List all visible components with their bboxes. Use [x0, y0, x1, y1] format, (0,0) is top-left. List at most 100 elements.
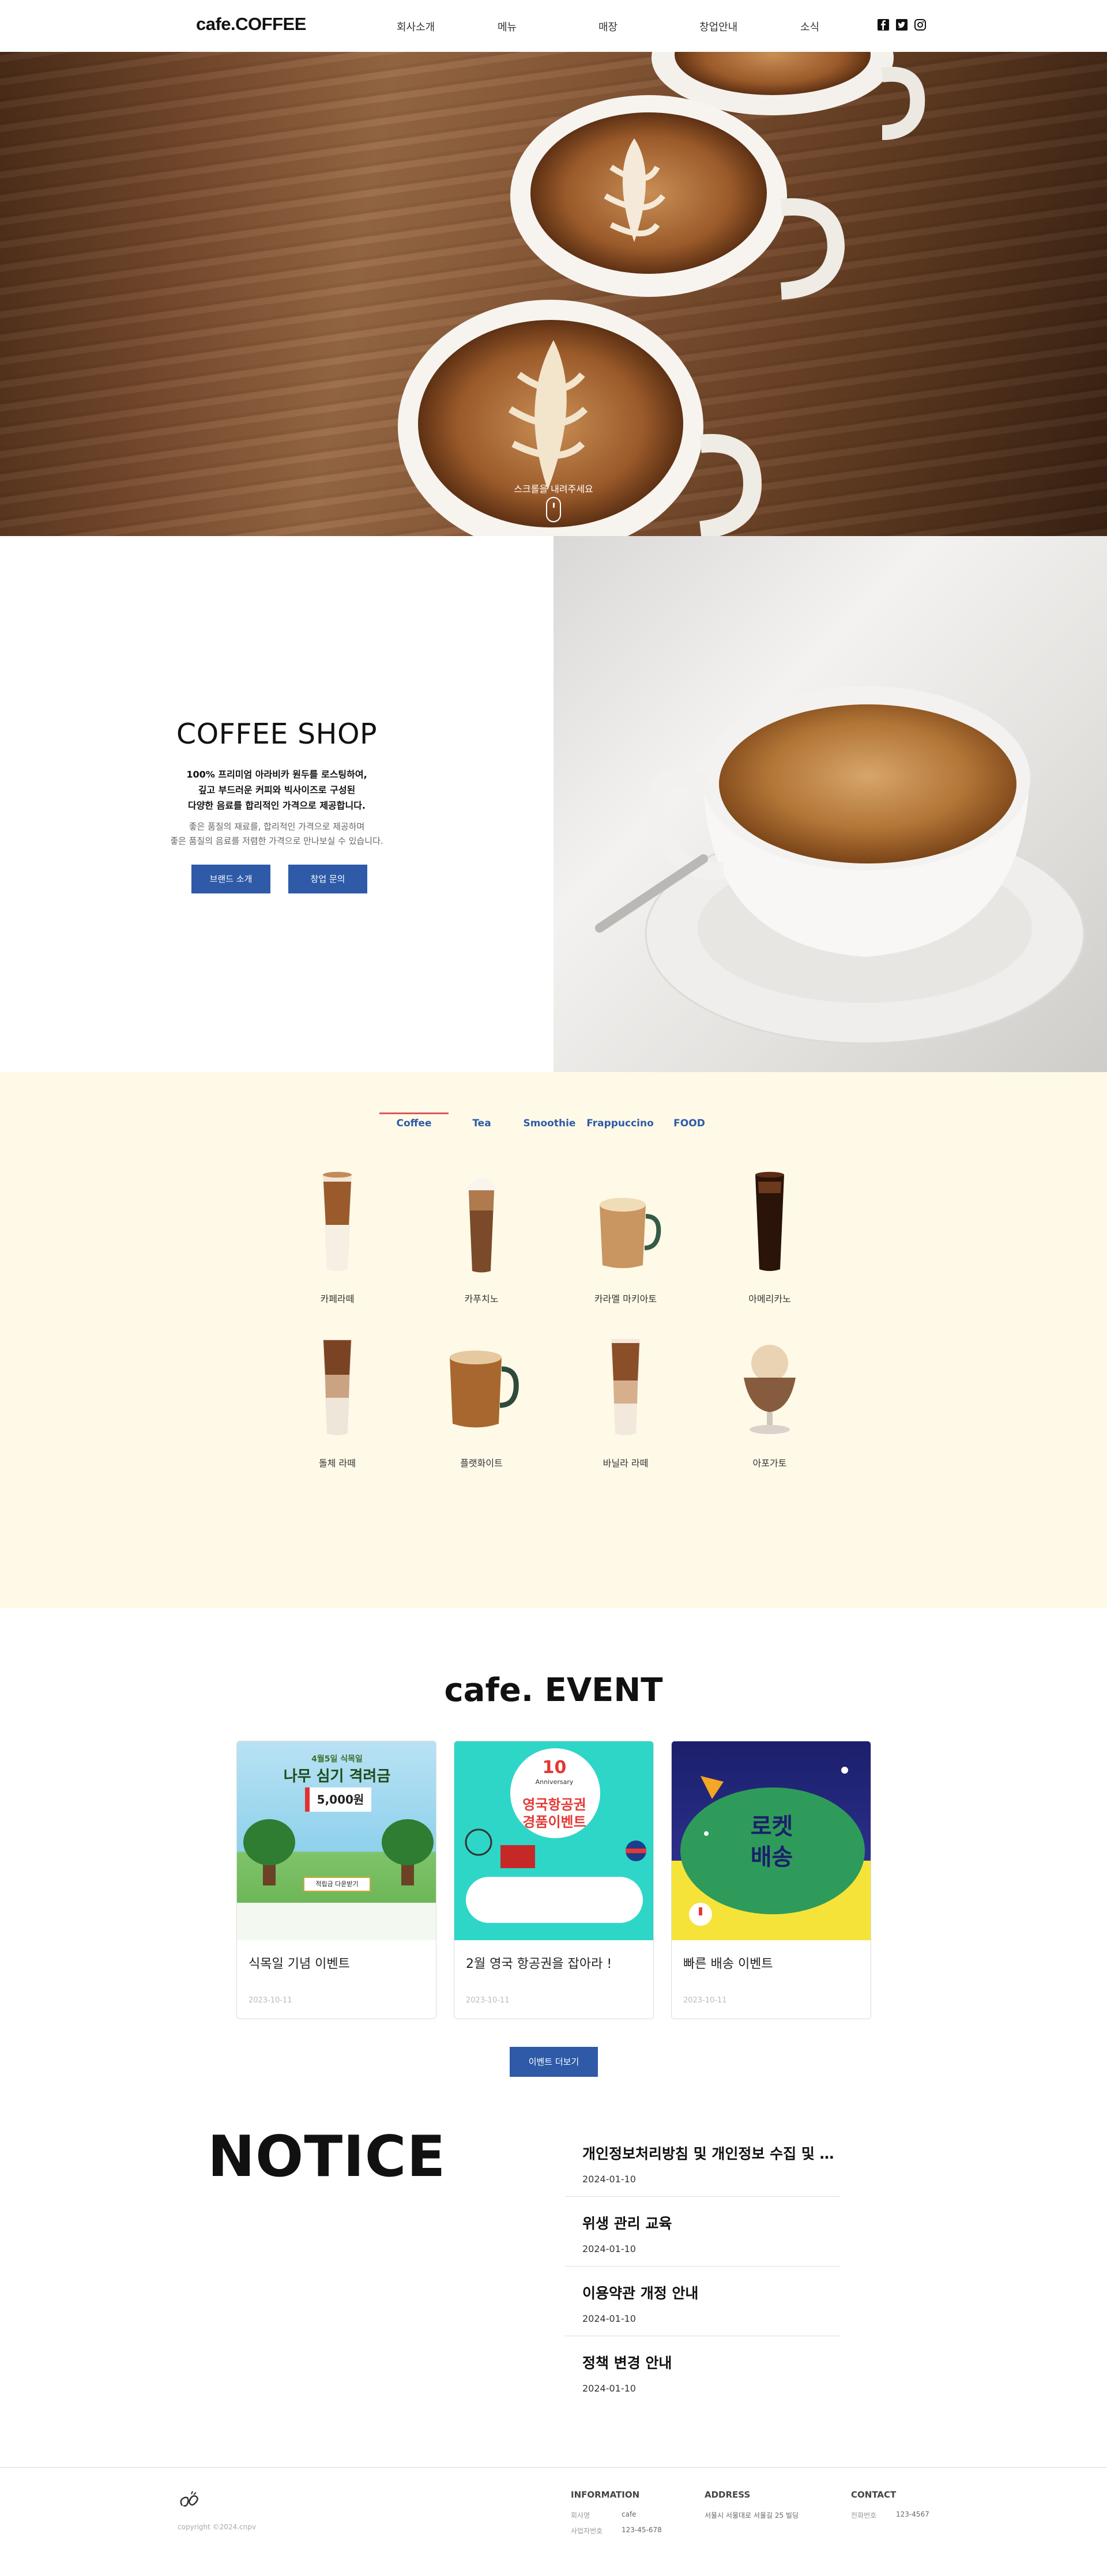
product-name: 플랫화이트 — [460, 1458, 503, 1469]
tab-smoothie[interactable]: Smoothie — [515, 1112, 584, 1129]
intro-bold-line: 다양한 음료를 합리적인 가격으로 제공합니다. — [187, 800, 366, 811]
intro-section: COFFEE SHOP 100% 프리미엄 아라비카 원두를 로스팅하여, 깊고… — [0, 536, 1107, 1072]
intro-buttons: 브랜드 소개 창업 문의 — [191, 865, 367, 893]
franchise-inquiry-button[interactable]: 창업 문의 — [288, 865, 367, 893]
poster-badge-number: 10 — [542, 1757, 567, 1778]
product-card[interactable]: 아메리카노 — [698, 1170, 842, 1305]
tab-frappuccino[interactable]: Frappuccino — [584, 1112, 656, 1129]
footer-heading: ADDRESS — [705, 2490, 751, 2500]
brand-intro-button[interactable]: 브랜드 소개 — [191, 865, 270, 893]
americano-image — [755, 1172, 784, 1271]
trees-illustration — [237, 1819, 436, 1940]
product-card[interactable]: 아포가토 — [698, 1334, 842, 1469]
product-name: 아포가토 — [752, 1458, 787, 1469]
notice-item[interactable]: 개인정보처리방침 및 개인정보 수집 및 이용 안내 2024-01-10 — [565, 2127, 841, 2197]
footer-key: 전화번호 — [851, 2511, 877, 2520]
poster-headline: 배송 — [750, 1844, 793, 1870]
site-footer: copyright ©2024.cnpv INFORMATION 회사명 caf… — [0, 2467, 1107, 2576]
notice-item-title: 정책 변경 안내 — [582, 2355, 672, 2371]
event-card[interactable]: 4월5일 식목일 나무 심기 격려금 5,000원 적립금 다운받기 식목일 기… — [236, 1741, 436, 2019]
intro-subtext: 좋은 품질의 재료를, 합리적인 가격으로 제공하며 좋은 품질의 음료를 저렴… — [0, 820, 554, 848]
tab-tea[interactable]: Tea — [449, 1112, 515, 1129]
site-header: cafe.COFFEE 회사소개 메뉴 매장 창업안내 소식 — [0, 0, 1107, 52]
poster-headline: 로켓 — [750, 1813, 793, 1840]
scroll-hint-text: 스크롤을 내려주세요 — [514, 484, 593, 495]
notice-item-date: 2024-01-10 — [582, 2313, 636, 2324]
event-card[interactable]: 10 Anniversary 영국항공권 경품이벤트 2월 영국 항공권을 잡아… — [454, 1741, 654, 2019]
poster-badge-text: Anniversary — [535, 1778, 574, 1786]
copyright-text: copyright ©2024.cnpv — [178, 2523, 256, 2531]
intro-sub-line: 좋은 품질의 음료를 저렴한 가격으로 만나보실 수 있습니다. — [170, 836, 383, 846]
product-card[interactable]: 카라멜 마키아토 — [554, 1170, 698, 1305]
footer-row: 사업자번호 123-45-678 — [571, 2526, 662, 2536]
footer-address-text: 서울시 서울대로 서울길 25 빌딩 — [705, 2511, 799, 2520]
uk-flight-poster: 10 Anniversary 영국항공권 경품이벤트 — [454, 1741, 653, 1940]
notice-item-title: 개인정보처리방침 및 개인정보 수집 및 이용 안내 — [582, 2145, 841, 2162]
flat-white-image — [450, 1351, 519, 1428]
product-card[interactable]: 카푸치노 — [409, 1170, 554, 1305]
notice-item-date: 2024-01-10 — [582, 2243, 636, 2254]
notice-item[interactable]: 정책 변경 안내 2024-01-10 — [565, 2336, 841, 2406]
hero-banner: 스크롤을 내려주세요 — [0, 52, 1107, 536]
event-title: 2월 영국 항공권을 잡아라 ! — [466, 1957, 612, 1971]
cappuccino-product-image — [465, 1177, 498, 1273]
footer-contact: CONTACT 전화번호 123-4567 — [851, 2490, 929, 2526]
intro-text-panel: COFFEE SHOP 100% 프리미엄 아라비카 원두를 로스팅하여, 깊고… — [0, 536, 554, 1072]
product-name: 카푸치노 — [464, 1293, 499, 1304]
arbor-day-poster: 4월5일 식목일 나무 심기 격려금 5,000원 적립금 다운받기 — [237, 1741, 436, 1940]
footer-heading: INFORMATION — [571, 2490, 640, 2500]
product-card[interactable]: 바닐라 라떼 — [554, 1334, 698, 1469]
twitter-icon[interactable] — [895, 18, 908, 31]
more-events-button[interactable]: 이벤트 더보기 — [510, 2047, 598, 2077]
poster-cta: 적립금 다운받기 — [303, 1877, 371, 1892]
intro-bold-line: 100% 프리미엄 아라비카 원두를 로스팅하여, — [186, 769, 367, 780]
affogato-image — [744, 1345, 796, 1434]
intro-description: 100% 프리미엄 아라비카 원두를 로스팅하여, 깊고 부드러운 커피와 빅사… — [0, 767, 554, 813]
instagram-icon[interactable] — [914, 18, 927, 31]
tab-food[interactable]: FOOD — [656, 1112, 722, 1129]
site-logo[interactable]: cafe.COFFEE — [196, 14, 306, 35]
cappuccino-illustration — [595, 686, 1085, 1044]
event-date: 2023-10-11 — [248, 1996, 292, 2005]
intro-title: COFFEE SHOP — [176, 718, 378, 750]
footer-heading: CONTACT — [851, 2490, 897, 2500]
product-card[interactable]: 카페라떼 — [265, 1170, 409, 1305]
event-section-title: cafe. EVENT — [444, 1672, 663, 1709]
product-card[interactable]: 돌체 라떼 — [265, 1334, 409, 1469]
menu-tabs: Coffee Tea Smoothie Frappuccino FOOD — [379, 1112, 722, 1129]
product-name: 카페라떼 — [320, 1293, 355, 1304]
hero-coffee-cups-image — [398, 52, 925, 536]
nav-item-about[interactable]: 회사소개 — [397, 19, 498, 34]
footer-row: 회사명 cafe — [571, 2510, 662, 2520]
intro-bold-line: 깊고 부드러운 커피와 빅사이즈로 구성된 — [198, 785, 356, 795]
cafe-latte-image — [323, 1172, 352, 1271]
main-nav: 회사소개 메뉴 매장 창업안내 소식 — [397, 19, 901, 34]
footer-row: 전화번호 123-4567 — [851, 2510, 929, 2520]
product-name: 바닐라 라떼 — [603, 1458, 649, 1469]
tab-coffee[interactable]: Coffee — [379, 1112, 449, 1129]
cappuccino-image — [554, 536, 1107, 1072]
notice-item-title: 위생 관리 교육 — [582, 2215, 672, 2232]
event-title: 빠른 배송 이벤트 — [683, 1957, 773, 1971]
dolce-latte-image — [323, 1339, 352, 1435]
notice-item[interactable]: 이용약관 개정 안내 2024-01-10 — [565, 2266, 841, 2336]
nav-item-store[interactable]: 매장 — [598, 19, 699, 34]
vanilla-latte-image — [611, 1339, 640, 1435]
social-links — [877, 18, 927, 31]
notice-item-title: 이용약관 개정 안내 — [582, 2285, 699, 2302]
rocket-delivery-poster: 로켓 배송 — [672, 1741, 871, 1940]
footer-value: 123-4567 — [896, 2510, 929, 2518]
event-card[interactable]: 로켓 배송 빠른 배송 이벤트 2023-10-11 — [671, 1741, 871, 2019]
product-card[interactable]: 플랫화이트 — [409, 1334, 554, 1469]
menu-section: Coffee Tea Smoothie Frappuccino FOOD 카페라… — [0, 1072, 1107, 1608]
notice-list: 개인정보처리방침 및 개인정보 수집 및 이용 안내 2024-01-10 위생… — [565, 2127, 841, 2406]
product-name: 아메리카노 — [748, 1293, 791, 1304]
poster-headline: 경품이벤트 — [522, 1814, 586, 1830]
facebook-icon[interactable] — [877, 18, 890, 31]
caramel-macchiato-image — [600, 1198, 661, 1268]
notice-item[interactable]: 위생 관리 교육 2024-01-10 — [565, 2197, 841, 2266]
product-name: 돌체 라떼 — [319, 1458, 356, 1469]
nav-item-franchise[interactable]: 창업안내 — [699, 19, 800, 34]
notice-item-date: 2024-01-10 — [582, 2174, 636, 2185]
nav-item-menu[interactable]: 메뉴 — [498, 19, 598, 34]
